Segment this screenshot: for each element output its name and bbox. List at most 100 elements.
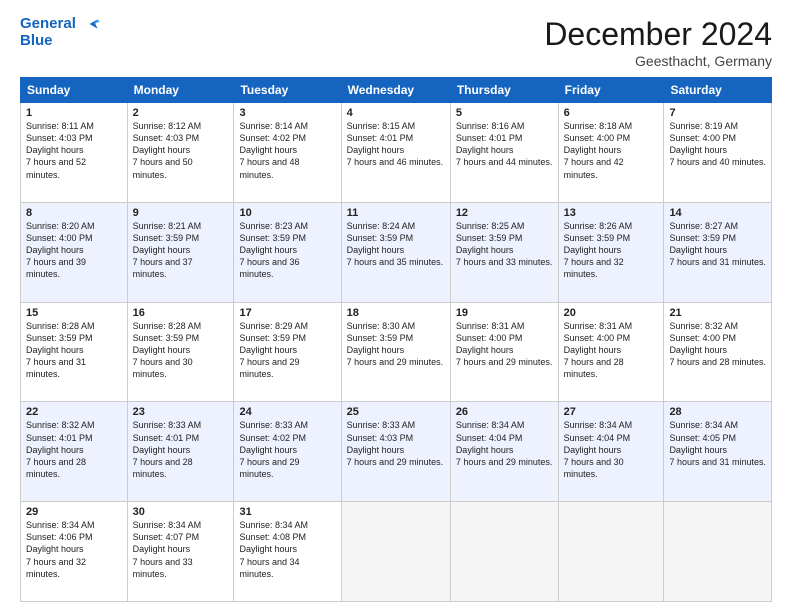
col-saturday: Saturday <box>664 78 772 103</box>
location: Geesthacht, Germany <box>544 53 772 69</box>
calendar-cell: 23 Sunrise: 8:33 AMSunset: 4:01 PMDayligh… <box>127 402 234 502</box>
calendar-cell: 1 Sunrise: 8:11 AMSunset: 4:03 PMDaylight… <box>21 103 128 203</box>
calendar-cell: 17 Sunrise: 8:29 AMSunset: 3:59 PMDayligh… <box>234 302 341 402</box>
cell-info: Sunrise: 8:34 AMSunset: 4:07 PMDaylight … <box>133 520 202 579</box>
day-number: 7 <box>669 107 766 119</box>
cell-info: Sunrise: 8:34 AMSunset: 4:08 PMDaylight … <box>239 520 308 579</box>
calendar-cell: 6 Sunrise: 8:18 AMSunset: 4:00 PMDaylight… <box>558 103 664 203</box>
calendar-cell: 15 Sunrise: 8:28 AMSunset: 3:59 PMDayligh… <box>21 302 128 402</box>
calendar-cell: 2 Sunrise: 8:12 AMSunset: 4:03 PMDaylight… <box>127 103 234 203</box>
day-number: 12 <box>456 207 553 219</box>
cell-info: Sunrise: 8:29 AMSunset: 3:59 PMDaylight … <box>239 321 308 380</box>
calendar-cell: 27 Sunrise: 8:34 AMSunset: 4:04 PMDayligh… <box>558 402 664 502</box>
day-number: 6 <box>564 107 659 119</box>
header: General Blue December 2024 Geesthacht, G… <box>20 16 772 69</box>
day-number: 27 <box>564 406 659 418</box>
calendar-cell <box>558 502 664 602</box>
cell-info: Sunrise: 8:28 AMSunset: 3:59 PMDaylight … <box>26 321 95 380</box>
calendar-table: Sunday Monday Tuesday Wednesday Thursday… <box>20 77 772 602</box>
cell-info: Sunrise: 8:32 AMSunset: 4:00 PMDaylight … <box>669 321 766 367</box>
day-number: 1 <box>26 107 122 119</box>
logo-bird-icon <box>82 16 104 32</box>
day-number: 19 <box>456 307 553 319</box>
cell-info: Sunrise: 8:34 AMSunset: 4:04 PMDaylight … <box>456 420 553 466</box>
calendar: Sunday Monday Tuesday Wednesday Thursday… <box>20 77 772 602</box>
cell-info: Sunrise: 8:31 AMSunset: 4:00 PMDaylight … <box>456 321 553 367</box>
cell-info: Sunrise: 8:33 AMSunset: 4:01 PMDaylight … <box>133 420 202 479</box>
day-number: 15 <box>26 307 122 319</box>
cell-info: Sunrise: 8:27 AMSunset: 3:59 PMDaylight … <box>669 221 766 267</box>
cell-info: Sunrise: 8:31 AMSunset: 4:00 PMDaylight … <box>564 321 633 380</box>
calendar-cell <box>664 502 772 602</box>
day-number: 3 <box>239 107 335 119</box>
header-row: Sunday Monday Tuesday Wednesday Thursday… <box>21 78 772 103</box>
cell-info: Sunrise: 8:19 AMSunset: 4:00 PMDaylight … <box>669 121 766 167</box>
day-number: 25 <box>347 406 445 418</box>
day-number: 17 <box>239 307 335 319</box>
day-number: 23 <box>133 406 229 418</box>
day-number: 9 <box>133 207 229 219</box>
calendar-week-row: 8Sunrise: 8:20 AMSunset: 4:00 PMDaylight… <box>21 202 772 302</box>
day-number: 28 <box>669 406 766 418</box>
calendar-cell <box>450 502 558 602</box>
col-wednesday: Wednesday <box>341 78 450 103</box>
calendar-week-row: 1 Sunrise: 8:11 AMSunset: 4:03 PMDaylight… <box>21 103 772 203</box>
calendar-cell: 8Sunrise: 8:20 AMSunset: 4:00 PMDaylight… <box>21 202 128 302</box>
cell-info: Sunrise: 8:26 AMSunset: 3:59 PMDaylight … <box>564 221 633 280</box>
day-number: 21 <box>669 307 766 319</box>
day-number: 4 <box>347 107 445 119</box>
calendar-cell: 9 Sunrise: 8:21 AMSunset: 3:59 PMDaylight… <box>127 202 234 302</box>
title-block: December 2024 Geesthacht, Germany <box>544 16 772 69</box>
day-number: 11 <box>347 207 445 219</box>
cell-info: Sunrise: 8:21 AMSunset: 3:59 PMDaylight … <box>133 221 202 280</box>
col-thursday: Thursday <box>450 78 558 103</box>
cell-info: Sunrise: 8:33 AMSunset: 4:03 PMDaylight … <box>347 420 444 466</box>
day-number: 18 <box>347 307 445 319</box>
calendar-week-row: 15 Sunrise: 8:28 AMSunset: 3:59 PMDayligh… <box>21 302 772 402</box>
logo-line2: Blue <box>20 33 104 50</box>
day-number: 2 <box>133 107 229 119</box>
col-monday: Monday <box>127 78 234 103</box>
col-tuesday: Tuesday <box>234 78 341 103</box>
day-number: 29 <box>26 506 122 518</box>
col-sunday: Sunday <box>21 78 128 103</box>
cell-info: Sunrise: 8:20 AMSunset: 4:00 PMDaylight … <box>26 221 95 280</box>
cell-info: Sunrise: 8:11 AMSunset: 4:03 PMDaylight … <box>26 121 94 180</box>
col-friday: Friday <box>558 78 664 103</box>
cell-info: Sunrise: 8:18 AMSunset: 4:00 PMDaylight … <box>564 121 633 180</box>
cell-info: Sunrise: 8:32 AMSunset: 4:01 PMDaylight … <box>26 420 95 479</box>
day-number: 22 <box>26 406 122 418</box>
calendar-cell: 11Sunrise: 8:24 AMSunset: 3:59 PMDayligh… <box>341 202 450 302</box>
cell-info: Sunrise: 8:28 AMSunset: 3:59 PMDaylight … <box>133 321 202 380</box>
calendar-cell: 7 Sunrise: 8:19 AMSunset: 4:00 PMDaylight… <box>664 103 772 203</box>
month-title: December 2024 <box>544 16 772 53</box>
calendar-cell: 13Sunrise: 8:26 AMSunset: 3:59 PMDayligh… <box>558 202 664 302</box>
calendar-cell: 10Sunrise: 8:23 AMSunset: 3:59 PMDayligh… <box>234 202 341 302</box>
calendar-cell: 29Sunrise: 8:34 AMSunset: 4:06 PMDayligh… <box>21 502 128 602</box>
day-number: 10 <box>239 207 335 219</box>
logo-line1: General <box>20 16 104 33</box>
calendar-cell: 19 Sunrise: 8:31 AMSunset: 4:00 PMDayligh… <box>450 302 558 402</box>
calendar-cell: 24Sunrise: 8:33 AMSunset: 4:02 PMDayligh… <box>234 402 341 502</box>
cell-info: Sunrise: 8:14 AMSunset: 4:02 PMDaylight … <box>239 121 308 180</box>
calendar-cell: 18Sunrise: 8:30 AMSunset: 3:59 PMDayligh… <box>341 302 450 402</box>
calendar-week-row: 22 Sunrise: 8:32 AMSunset: 4:01 PMDayligh… <box>21 402 772 502</box>
cell-info: Sunrise: 8:25 AMSunset: 3:59 PMDaylight … <box>456 221 553 267</box>
day-number: 30 <box>133 506 229 518</box>
calendar-cell: 30 Sunrise: 8:34 AMSunset: 4:07 PMDayligh… <box>127 502 234 602</box>
cell-info: Sunrise: 8:12 AMSunset: 4:03 PMDaylight … <box>133 121 202 180</box>
calendar-cell: 12 Sunrise: 8:25 AMSunset: 3:59 PMDayligh… <box>450 202 558 302</box>
calendar-cell: 26Sunrise: 8:34 AMSunset: 4:04 PMDayligh… <box>450 402 558 502</box>
calendar-cell <box>341 502 450 602</box>
cell-info: Sunrise: 8:16 AMSunset: 4:01 PMDaylight … <box>456 121 553 167</box>
cell-info: Sunrise: 8:34 AMSunset: 4:04 PMDaylight … <box>564 420 633 479</box>
day-number: 24 <box>239 406 335 418</box>
day-number: 14 <box>669 207 766 219</box>
calendar-week-row: 29Sunrise: 8:34 AMSunset: 4:06 PMDayligh… <box>21 502 772 602</box>
calendar-cell: 28 Sunrise: 8:34 AMSunset: 4:05 PMDayligh… <box>664 402 772 502</box>
cell-info: Sunrise: 8:15 AMSunset: 4:01 PMDaylight … <box>347 121 444 167</box>
calendar-cell: 25 Sunrise: 8:33 AMSunset: 4:03 PMDayligh… <box>341 402 450 502</box>
day-number: 20 <box>564 307 659 319</box>
day-number: 16 <box>133 307 229 319</box>
cell-info: Sunrise: 8:34 AMSunset: 4:05 PMDaylight … <box>669 420 766 466</box>
